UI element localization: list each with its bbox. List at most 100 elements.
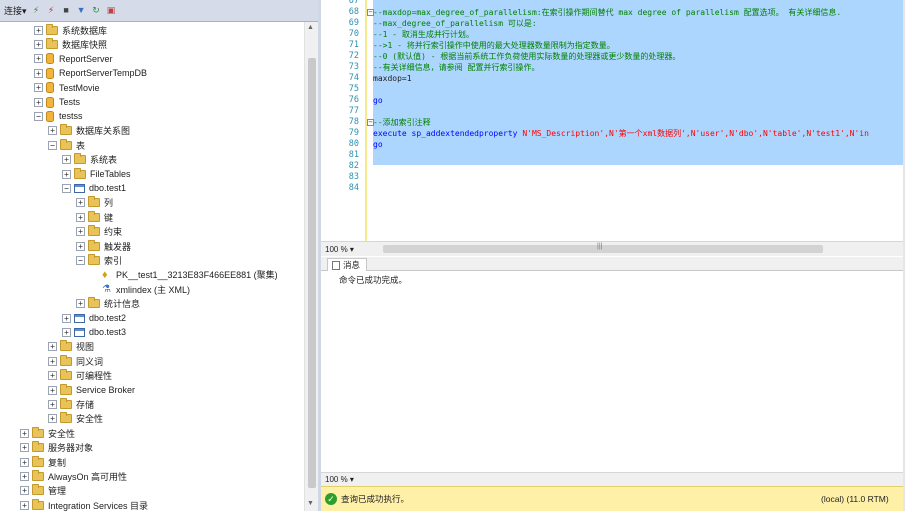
- code-line: -->1 - 将并行索引操作中使用的最大处理器数量限制为指定数量。: [373, 40, 615, 51]
- messages-pane[interactable]: 命令已成功完成。: [321, 271, 905, 470]
- collapse-node-icon[interactable]: −: [62, 183, 71, 193]
- tree-node[interactable]: + 管理: [20, 484, 66, 498]
- tree-node[interactable]: + 系统数据库: [34, 23, 107, 37]
- disconnect-icon[interactable]: ⚡: [46, 5, 57, 16]
- expand-node-icon[interactable]: +: [76, 212, 85, 222]
- message-document-icon: [332, 260, 340, 270]
- expand-node-icon[interactable]: +: [48, 385, 57, 395]
- summary-icon[interactable]: ▣: [106, 5, 117, 16]
- expand-node-icon[interactable]: +: [48, 356, 57, 366]
- expand-node-icon[interactable]: +: [34, 97, 43, 107]
- expand-node-icon[interactable]: +: [48, 399, 57, 409]
- tree-node[interactable]: + 安全性: [20, 426, 75, 440]
- folder-icon: [46, 23, 58, 35]
- tree-node[interactable]: + 数据库快照: [34, 37, 107, 51]
- tree-node-label: 列: [104, 198, 114, 209]
- expand-node-icon[interactable]: +: [34, 68, 43, 78]
- expand-node-icon[interactable]: +: [34, 83, 43, 93]
- code-token: --0 (默认值) - 根据当前系统工作负荷使用实际数量的处理器或更少数量的处理…: [373, 52, 681, 61]
- tree-node[interactable]: + 服务器对象: [20, 441, 93, 455]
- tree-node[interactable]: + ReportServerTempDB: [34, 66, 147, 80]
- expand-node-icon[interactable]: +: [76, 227, 85, 237]
- tree-node[interactable]: + 数据库关系图: [48, 124, 130, 138]
- scroll-down-arrow-icon[interactable]: ▼: [307, 500, 314, 507]
- tree-node[interactable]: + 统计信息: [76, 297, 140, 311]
- expand-node-icon[interactable]: +: [48, 414, 57, 424]
- expand-node-icon[interactable]: +: [48, 126, 57, 136]
- tree-node[interactable]: + 触发器: [76, 239, 131, 253]
- collapse-node-icon[interactable]: −: [76, 255, 85, 265]
- connect-button[interactable]: 连接▾: [4, 4, 27, 17]
- tree-node-label: 系统数据库: [62, 25, 108, 36]
- tree-node[interactable]: + 可编程性: [48, 369, 112, 383]
- tree-vertical-scrollbar[interactable]: ▲ ▼: [304, 22, 318, 511]
- expand-node-icon[interactable]: +: [20, 500, 29, 510]
- tree-node[interactable]: + dbo.test2: [62, 311, 126, 325]
- tree-node[interactable]: + AlwaysOn 高可用性: [20, 469, 127, 483]
- tree-node[interactable]: + 同义词: [48, 354, 103, 368]
- sql-editor[interactable]: 67 68 69 70 71 72 73 74 75 76 77 78 79 80 81 82 83 84 --m…: [321, 0, 905, 241]
- tree-node[interactable]: + ReportServer: [34, 52, 113, 66]
- tree-scroll-thumb[interactable]: [308, 58, 316, 488]
- tree-node[interactable]: + TestMovie: [34, 81, 100, 95]
- expand-node-icon[interactable]: +: [76, 198, 85, 208]
- editor-zoom-dropdown[interactable]: 100 % ▾: [321, 245, 367, 254]
- tree-node[interactable]: + 列: [76, 196, 113, 210]
- tree-node[interactable]: + Service Broker: [48, 383, 135, 397]
- expand-node-icon[interactable]: +: [62, 313, 71, 323]
- tree-node[interactable]: + 键: [76, 210, 113, 224]
- collapse-node-icon[interactable]: −: [34, 111, 43, 121]
- tree-node[interactable]: − dbo.test1: [62, 181, 126, 195]
- tree-node[interactable]: − 表: [48, 138, 85, 152]
- expand-node-icon[interactable]: +: [62, 155, 71, 165]
- expand-node-icon[interactable]: +: [34, 54, 43, 64]
- expand-node-icon[interactable]: +: [34, 25, 43, 35]
- table-icon: [74, 313, 85, 323]
- expand-node-icon[interactable]: +: [34, 39, 43, 49]
- outline-collapse-icon[interactable]: −: [367, 9, 374, 16]
- line-number: 68: [348, 7, 359, 17]
- editor-horizontal-scroll-thumb[interactable]: |||: [383, 243, 823, 253]
- expand-node-icon[interactable]: +: [62, 169, 71, 179]
- tree-node[interactable]: + 安全性: [48, 412, 103, 426]
- expand-node-icon[interactable]: +: [20, 471, 29, 481]
- scroll-up-arrow-icon[interactable]: ▲: [307, 24, 314, 31]
- tree-node[interactable]: + Tests: [34, 95, 80, 109]
- tree-node-label: AlwaysOn 高可用性: [48, 471, 128, 482]
- tree-node-label: dbo.test2: [89, 313, 127, 323]
- tree-node[interactable]: + 视图: [48, 340, 94, 354]
- tab-messages[interactable]: 消息: [327, 258, 368, 271]
- expand-node-icon[interactable]: +: [20, 457, 29, 467]
- outline-collapse-icon[interactable]: −: [367, 119, 374, 126]
- expand-node-icon[interactable]: +: [76, 241, 85, 251]
- connect-icon[interactable]: ⚡: [31, 5, 42, 16]
- refresh-icon[interactable]: ↻: [91, 5, 102, 16]
- filter-icon[interactable]: ▼: [76, 5, 87, 16]
- tree-node[interactable]: − 索引: [76, 253, 122, 267]
- expand-node-icon[interactable]: +: [62, 327, 71, 337]
- expand-node-icon[interactable]: +: [20, 443, 29, 453]
- tree-node-label: FileTables: [90, 169, 131, 179]
- expand-node-icon[interactable]: +: [20, 428, 29, 438]
- tree-node[interactable]: − testss: [34, 109, 83, 123]
- stop-icon[interactable]: ■: [61, 5, 72, 16]
- folder-icon: [74, 167, 86, 179]
- expand-node-icon[interactable]: +: [48, 371, 57, 381]
- code-token: execute sp_addextendedproperty: [373, 129, 523, 138]
- tree-node[interactable]: + 约束: [76, 225, 122, 239]
- expand-node-icon[interactable]: +: [76, 299, 85, 309]
- collapse-node-icon[interactable]: −: [48, 140, 57, 150]
- tree-node[interactable]: ⚗ xmlindex (主 XML): [90, 282, 190, 296]
- table-icon: [74, 183, 85, 193]
- tree-node[interactable]: + dbo.test3: [62, 325, 126, 339]
- expand-node-icon[interactable]: +: [20, 486, 29, 496]
- tree-node[interactable]: + 系统表: [62, 153, 117, 167]
- tree-node[interactable]: + FileTables: [62, 167, 131, 181]
- results-zoom-dropdown[interactable]: 100 % ▾: [321, 472, 905, 486]
- expand-node-icon[interactable]: +: [48, 342, 57, 352]
- tree-node[interactable]: ♦ PK__test1__3213E83F466EE881 (聚集): [90, 268, 278, 282]
- tree-node[interactable]: + 复制: [20, 455, 66, 469]
- tree-node[interactable]: + Integration Services 目录: [20, 498, 148, 511]
- code-area[interactable]: --maxdop=max_degree_of_parallelism:在索引操作…: [373, 0, 905, 241]
- tree-node[interactable]: + 存储: [48, 397, 94, 411]
